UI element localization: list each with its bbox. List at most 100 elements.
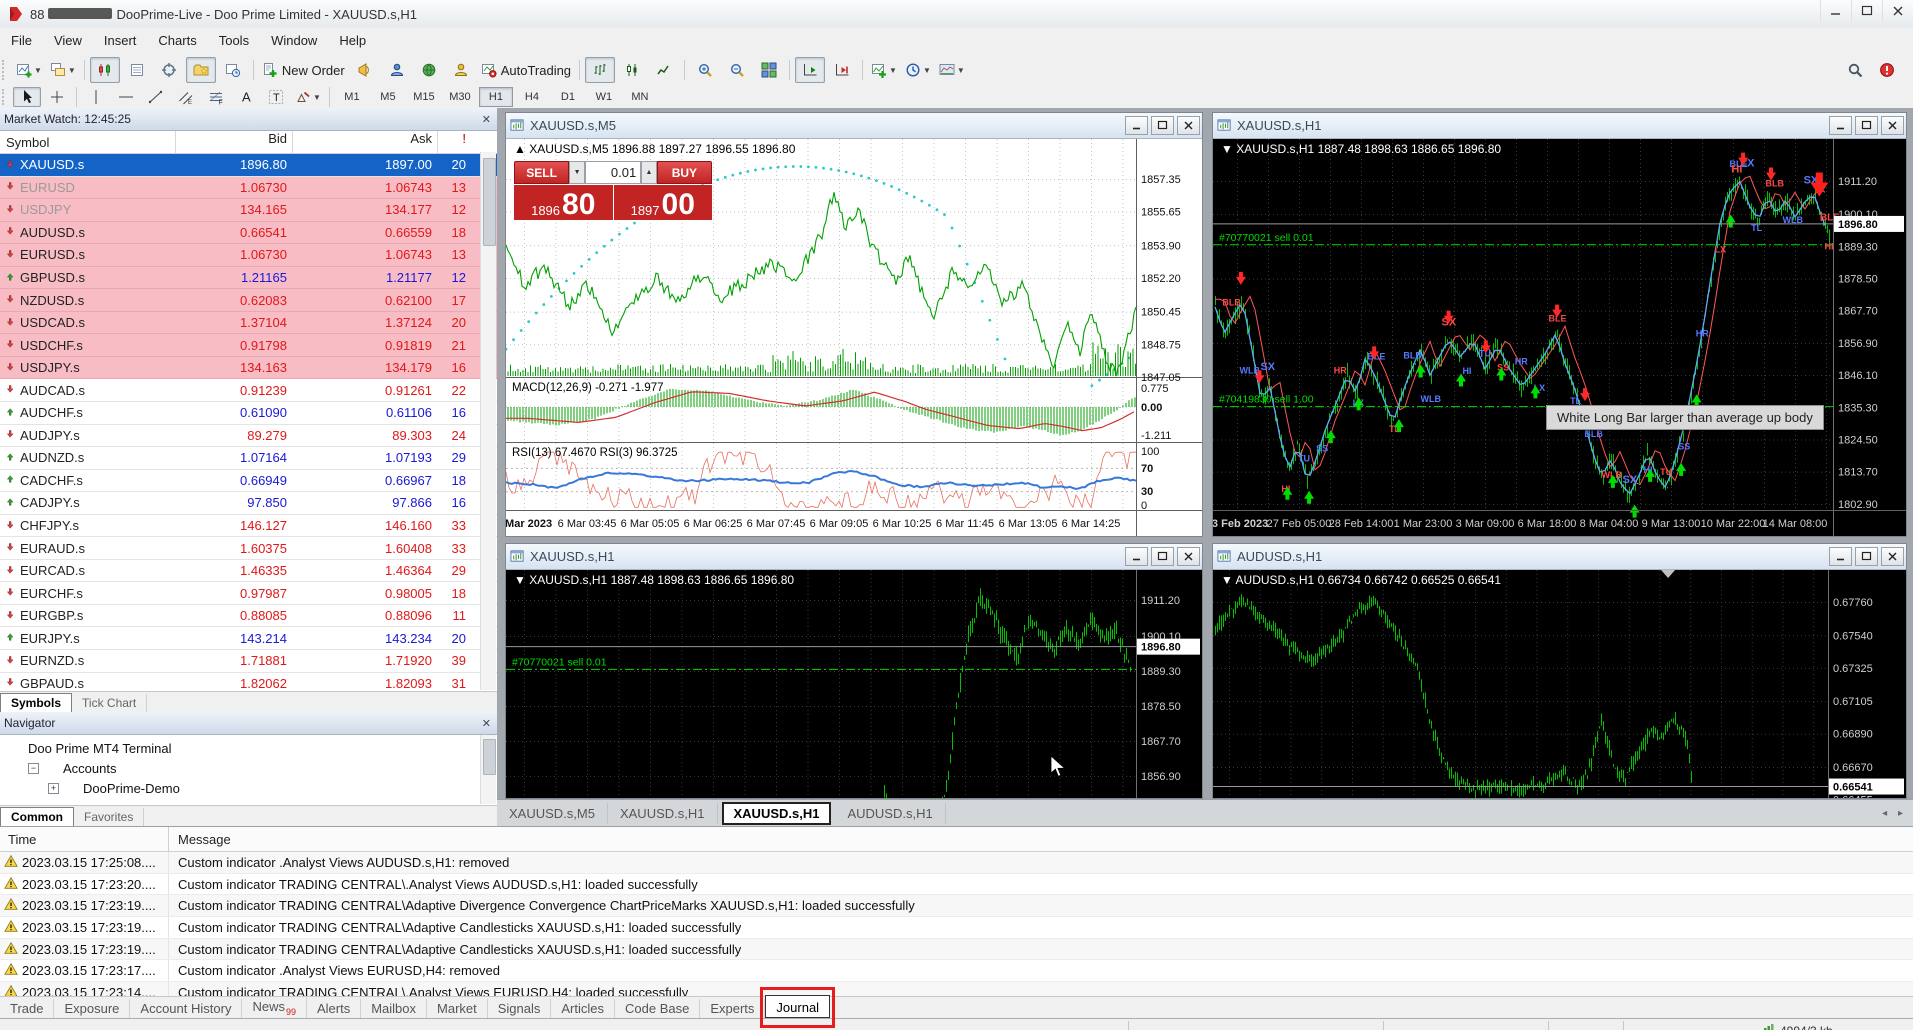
chart-titlebar[interactable]: AUDUSD.s,H1 <box>1213 544 1906 570</box>
navigator-tab-common[interactable]: Common <box>0 807 74 827</box>
channel-tool-button[interactable]: E <box>172 87 200 107</box>
timeframe-mn-button[interactable]: MN <box>623 87 657 107</box>
navigator-toggle[interactable] <box>154 57 184 83</box>
column-header-bid[interactable]: Bid <box>175 131 292 153</box>
terminal-tab-news[interactable]: News99 <box>242 997 307 1019</box>
timeframe-m5-button[interactable]: M5 <box>371 87 405 107</box>
autotrading-button[interactable]: AutoTrading <box>478 57 574 83</box>
terminal-tab-mailbox[interactable]: Mailbox <box>361 999 427 1018</box>
timeframe-d1-button[interactable]: D1 <box>551 87 585 107</box>
auto-scroll-toggle[interactable] <box>795 57 825 83</box>
chart-titlebar[interactable]: XAUUSD.s,H1 <box>506 544 1202 570</box>
chart-close-button[interactable] <box>1881 116 1904 135</box>
market-watch-row[interactable]: USDCAD.s1.371041.3712420 <box>0 312 497 335</box>
market-watch-row[interactable]: NZDUSD.s0.620830.6210017 <box>0 289 497 312</box>
vertical-line-tool-button[interactable] <box>82 87 110 107</box>
label-tool-button[interactable]: T <box>262 87 290 107</box>
navigator-item-dooprime-demo[interactable]: +DooPrime-Demo <box>0 778 497 798</box>
terminal-tab-signals[interactable]: Signals <box>488 999 552 1018</box>
periods-button[interactable]: ▼ <box>902 57 934 83</box>
terminal-tab-account-history[interactable]: Account History <box>130 999 242 1018</box>
market-watch-row[interactable]: EURGBP.s0.880850.8809611 <box>0 605 497 628</box>
terminal-tab-market[interactable]: Market <box>427 999 488 1018</box>
market-watch-row[interactable]: EURAUD.s1.603751.6040833 <box>0 537 497 560</box>
shapes-tool-button[interactable]: ▼ <box>292 87 324 107</box>
market-watch-row[interactable]: XAUUSD.s1896.801897.0020 <box>0 154 497 177</box>
journal-row[interactable]: 2023.03.15 17:23:19....Custom indicator … <box>0 939 1913 961</box>
navigator-item-accounts[interactable]: −Accounts <box>0 758 497 778</box>
chart-close-button[interactable] <box>1881 547 1904 566</box>
market-watch-close-icon[interactable]: ✕ <box>482 113 491 126</box>
chart-canvas[interactable]: 0.677600.675400.673250.671050.668900.666… <box>1213 570 1906 798</box>
strategy-tester-toggle[interactable] <box>218 57 248 83</box>
market-watch-row[interactable]: AUDCHF.s0.610900.6110616 <box>0 402 497 425</box>
market-watch-row[interactable]: EURNZD.s1.718811.7192039 <box>0 650 497 673</box>
signals-button[interactable] <box>446 57 476 83</box>
lot-size-input[interactable]: 0.01 <box>585 161 641 184</box>
sell-button[interactable]: SELL <box>514 161 569 184</box>
chart-canvas[interactable]: #70770021 sell 0.011911.201900.101889.30… <box>506 570 1202 798</box>
chart-close-button[interactable] <box>1177 116 1200 135</box>
notifications-button[interactable] <box>414 57 444 83</box>
buy-button[interactable]: BUY <box>657 161 712 184</box>
timeframe-m30-button[interactable]: M30 <box>443 87 477 107</box>
data-window-toggle[interactable] <box>122 57 152 83</box>
journal-row[interactable]: 2023.03.15 17:23:19....Custom indicator … <box>0 917 1913 939</box>
menu-item-help[interactable]: Help <box>328 28 377 54</box>
tile-windows-button[interactable] <box>754 57 784 83</box>
chart-minimize-button[interactable] <box>1125 116 1148 135</box>
terminal-tab-alerts[interactable]: Alerts <box>307 999 361 1018</box>
terminal-tab-articles[interactable]: Articles <box>551 999 615 1018</box>
market-watch-row[interactable]: EURUSD1.067301.0674313 <box>0 177 497 200</box>
market-watch-row[interactable]: CHFJPY.s146.127146.16033 <box>0 515 497 538</box>
horizontal-line-tool-button[interactable] <box>112 87 140 107</box>
market-watch-row[interactable]: GBPAUD.s1.820621.8209331 <box>0 673 497 692</box>
navigator-tab-favorites[interactable]: Favorites <box>74 808 144 826</box>
market-watch-tab-tick-chart[interactable]: Tick Chart <box>72 694 147 712</box>
menu-item-file[interactable]: File <box>0 28 43 54</box>
line-chart-mode-button[interactable] <box>649 57 679 83</box>
market-watch-row[interactable]: USDCHF.s0.917980.9181921 <box>0 334 497 357</box>
chart-restore-button[interactable] <box>1151 116 1174 135</box>
text-tool-button[interactable]: A <box>232 87 260 107</box>
help-button[interactable] <box>1872 57 1902 83</box>
bar-chart-mode-button[interactable] <box>585 57 615 83</box>
chart-tab-audusd-s-h1-3[interactable]: AUDUSD.s,H1 <box>835 803 945 824</box>
market-watch-row[interactable]: EURCHF.s0.979870.9800518 <box>0 582 497 605</box>
column-header-message[interactable]: Message <box>168 832 231 847</box>
chart-minimize-button[interactable] <box>1125 547 1148 566</box>
navigator-item-doo-prime-mt4-terminal[interactable]: Doo Prime MT4 Terminal <box>0 738 497 758</box>
chart-tab-scroll-arrows[interactable]: ◂ ▸ <box>1882 808 1907 819</box>
timeframe-m15-button[interactable]: M15 <box>407 87 441 107</box>
chart-restore-button[interactable] <box>1151 547 1174 566</box>
menu-item-view[interactable]: View <box>43 28 93 54</box>
market-watch-row[interactable]: AUDNZD.s1.071641.0719329 <box>0 447 497 470</box>
terminal-tab-exposure[interactable]: Exposure <box>54 999 130 1018</box>
expert-advisors-button[interactable] <box>350 57 380 83</box>
lot-decrease-button[interactable]: ▼ <box>569 161 585 184</box>
market-watch-row[interactable]: AUDJPY.s89.27989.30324 <box>0 425 497 448</box>
market-watch-row[interactable]: AUDUSD.s0.665410.6655918 <box>0 222 497 245</box>
timeframe-h1-button[interactable]: H1 <box>479 87 513 107</box>
market-watch-row[interactable]: EURCAD.s1.463351.4636429 <box>0 560 497 583</box>
zoom-out-button[interactable] <box>722 57 752 83</box>
terminal-tab-experts[interactable]: Experts <box>700 999 765 1018</box>
market-watch-row[interactable]: EURJPY.s143.214143.23420 <box>0 627 497 650</box>
column-header-time[interactable]: Time <box>0 832 168 847</box>
chart-minimize-button[interactable] <box>1829 547 1852 566</box>
search-button[interactable] <box>1840 57 1870 83</box>
chart-canvas[interactable]: 1857.351855.651853.901852.201850.451848.… <box>506 139 1202 536</box>
chart-close-button[interactable] <box>1177 547 1200 566</box>
chart-minimize-button[interactable] <box>1829 116 1852 135</box>
journal-row[interactable]: 2023.03.15 17:23:17....Custom indicator … <box>0 960 1913 982</box>
market-watch-tab-symbols[interactable]: Symbols <box>0 693 72 713</box>
market-watch-scrollbar[interactable] <box>480 152 496 690</box>
window-minimize-button[interactable] <box>1820 0 1851 22</box>
chart-canvas[interactable]: #70770021 sell 0.01#70419830 sell 1.00BL… <box>1213 139 1906 536</box>
collapse-icon[interactable]: − <box>28 763 39 774</box>
chart-restore-button[interactable] <box>1855 116 1878 135</box>
lot-increase-button[interactable]: ▲ <box>641 161 657 184</box>
menu-item-tools[interactable]: Tools <box>208 28 260 54</box>
market-watch-row[interactable]: CADJPY.s97.85097.86616 <box>0 492 497 515</box>
chart-titlebar[interactable]: XAUUSD.s,H1 <box>1213 113 1906 139</box>
